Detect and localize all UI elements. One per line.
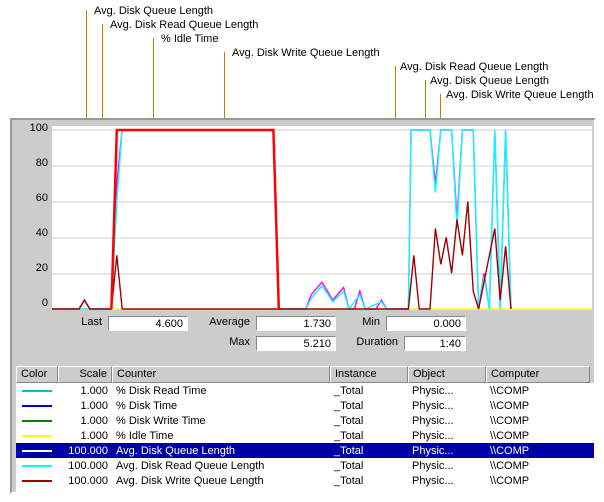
cell-computer: \\COMP [486,430,590,442]
color-swatch [22,450,52,452]
cell-computer: \\COMP [486,460,590,472]
cell-counter: % Disk Read Time [112,385,330,397]
label-max: Max [194,336,250,348]
chart-series [52,202,511,309]
cell-scale: 1.000 [58,430,112,442]
callout-label-avg-disk-queue: Avg. Disk Queue Length [94,5,213,17]
cell-computer: \\COMP [486,445,590,457]
col-computer[interactable]: Computer [486,366,590,383]
color-swatch [22,390,52,392]
chart-area[interactable] [52,126,592,310]
cell-counter: Avg. Disk Queue Length [112,445,330,457]
cell-object: Physic... [408,445,486,457]
col-color[interactable]: Color [16,366,58,383]
counter-table: Color Scale Counter Instance Object Comp… [16,366,594,492]
y-tick: 80 [18,157,48,169]
col-scale[interactable]: Scale [58,366,112,383]
value-max: 5.210 [256,336,336,351]
value-average: 1.730 [256,316,336,331]
table-body: 1.000% Disk Read Time_TotalPhysic...\\CO… [16,383,594,488]
table-row[interactable]: 1.000% Disk Time_TotalPhysic...\\COMP [16,398,594,413]
table-row[interactable]: 1.000% Disk Write Time_TotalPhysic...\\C… [16,413,594,428]
callout-label-avg-disk-read-queue: Avg. Disk Read Queue Length [110,19,258,31]
cell-instance: _Total [330,460,408,472]
cell-color [16,435,58,437]
col-object[interactable]: Object [408,366,486,383]
cell-counter: Avg. Disk Read Queue Length [112,460,330,472]
cell-color [16,465,58,467]
callout-line [224,52,225,128]
cell-computer: \\COMP [486,415,590,427]
table-row[interactable]: 100.000Avg. Disk Queue Length_TotalPhysi… [16,443,594,458]
label-min: Min [344,316,380,328]
callout-label-avg-disk-write-queue: Avg. Disk Write Queue Length [232,47,380,59]
y-tick: 20 [18,262,48,274]
cell-counter: Avg. Disk Write Queue Length [112,475,330,487]
cell-object: Physic... [408,385,486,397]
value-min: 0.000 [386,316,466,331]
perfmon-panel: 100 80 60 40 20 0 Last 4.600 Average 1.7… [10,118,596,494]
color-swatch [22,465,52,467]
cell-object: Physic... [408,460,486,472]
label-duration: Duration [342,336,398,348]
cell-computer: \\COMP [486,475,590,487]
chart-series [52,130,511,309]
cell-color [16,390,58,392]
color-swatch [22,405,52,407]
cell-counter: % Disk Write Time [112,415,330,427]
callout-label-avg-disk-write-queue-2: Avg. Disk Write Queue Length [446,89,594,101]
table-row[interactable]: 100.000Avg. Disk Read Queue Length_Total… [16,458,594,473]
cell-object: Physic... [408,430,486,442]
cell-color [16,405,58,407]
color-swatch [22,435,52,437]
value-last: 4.600 [108,316,188,331]
cell-object: Physic... [408,400,486,412]
cell-computer: \\COMP [486,385,590,397]
chart-series [111,130,278,309]
cell-counter: % Disk Time [112,400,330,412]
callout-line [395,66,396,126]
cell-scale: 100.000 [58,460,112,472]
callout-label-avg-disk-read-queue-2: Avg. Disk Read Queue Length [400,61,548,73]
cell-color [16,420,58,422]
chart-svg [52,126,592,310]
table-row[interactable]: 100.000Avg. Disk Write Queue Length_Tota… [16,473,594,488]
value-duration: 1:40 [404,336,466,351]
cell-color [16,450,58,452]
cell-instance: _Total [330,415,408,427]
y-axis-labels: 100 80 60 40 20 0 [18,122,48,312]
col-instance[interactable]: Instance [330,366,408,383]
cell-scale: 1.000 [58,400,112,412]
col-counter[interactable]: Counter [112,366,330,383]
label-average: Average [194,316,250,328]
y-tick: 60 [18,192,48,204]
callout-label-avg-disk-queue-2: Avg. Disk Queue Length [430,75,549,87]
cell-scale: 1.000 [58,415,112,427]
cell-counter: % Idle Time [112,430,330,442]
cell-computer: \\COMP [486,400,590,412]
table-header: Color Scale Counter Instance Object Comp… [16,366,594,383]
cell-object: Physic... [408,415,486,427]
cell-instance: _Total [330,445,408,457]
callout-label-idle-time: % Idle Time [161,33,218,45]
cell-scale: 100.000 [58,445,112,457]
cell-instance: _Total [330,475,408,487]
cell-object: Physic... [408,475,486,487]
table-row[interactable]: 1.000% Disk Read Time_TotalPhysic...\\CO… [16,383,594,398]
cell-scale: 1.000 [58,385,112,397]
cell-instance: _Total [330,400,408,412]
cell-instance: _Total [330,430,408,442]
y-tick: 0 [18,297,48,309]
color-swatch [22,420,52,422]
table-row[interactable]: 1.000% Idle Time_TotalPhysic...\\COMP [16,428,594,443]
cell-scale: 100.000 [58,475,112,487]
cell-instance: _Total [330,385,408,397]
color-swatch [22,480,52,482]
cell-color [16,480,58,482]
y-tick: 100 [18,122,48,134]
y-tick: 40 [18,227,48,239]
label-last: Last [52,316,102,328]
